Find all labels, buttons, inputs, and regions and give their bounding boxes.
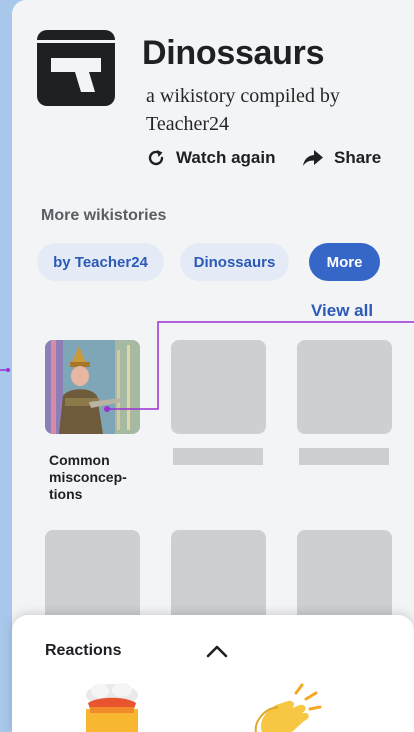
reactions-title: Reactions xyxy=(45,642,122,659)
clapping-hands-emoji[interactable] xyxy=(252,683,322,732)
exploding-head-emoji[interactable] xyxy=(80,683,144,732)
reactions-sheet: Reactions xyxy=(12,615,414,732)
chevron-up-icon[interactable] xyxy=(205,643,229,659)
